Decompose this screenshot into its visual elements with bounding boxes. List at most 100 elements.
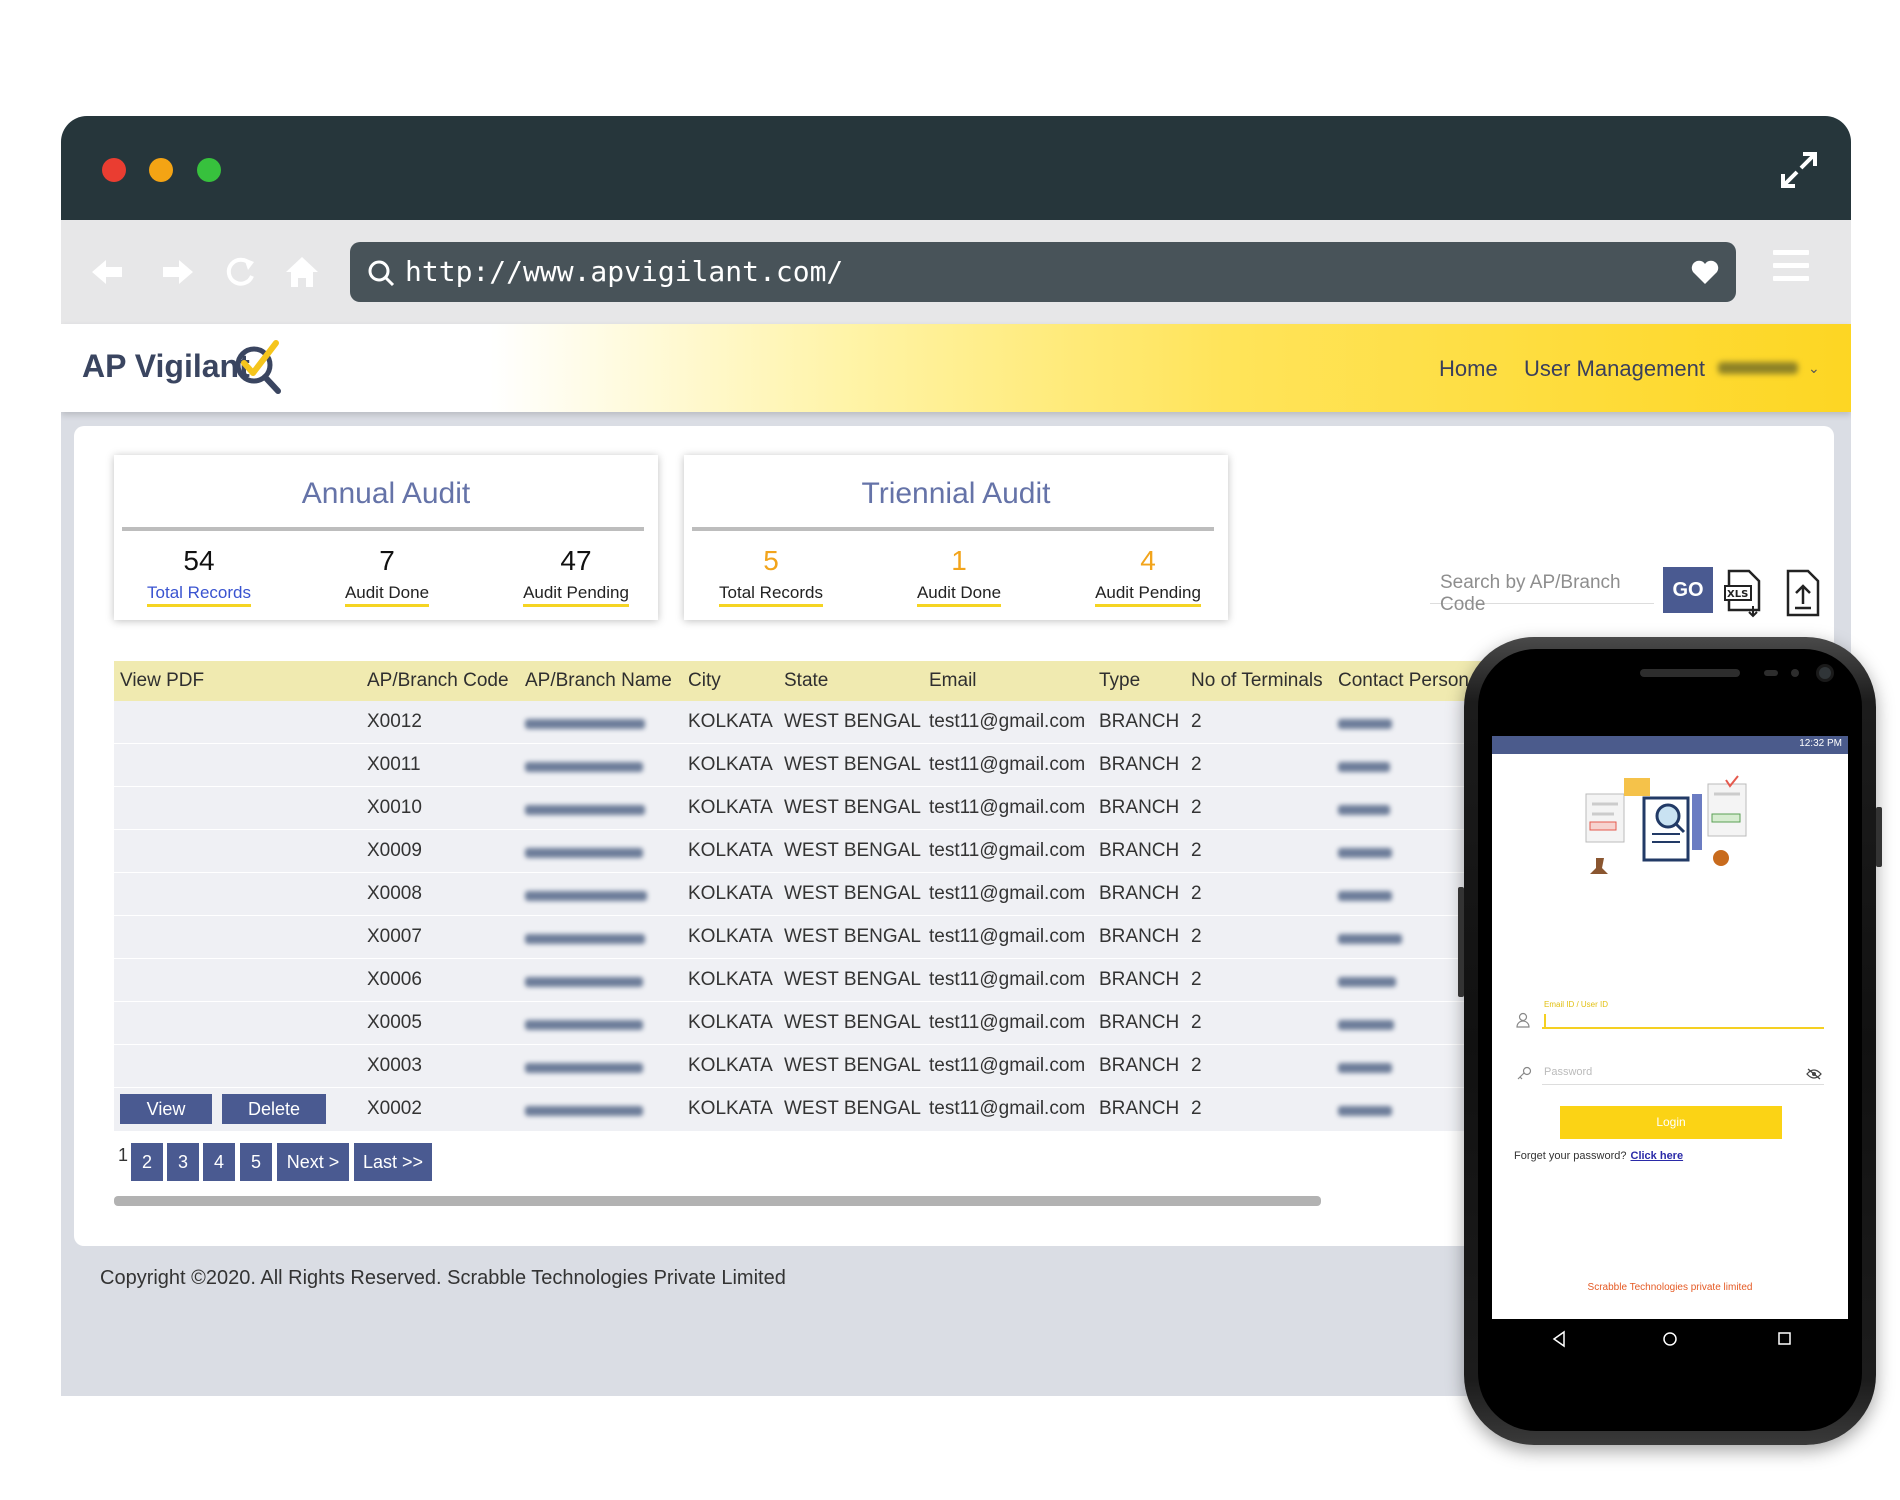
cell-terminals: 2: [1191, 1055, 1202, 1076]
cell-terminals: 2: [1191, 926, 1202, 947]
table-body: X0012 KOLKATA WEST BENGAL test11@gmail.com B…: [114, 701, 1574, 1132]
page-5-button[interactable]: 5: [240, 1143, 272, 1181]
next-page-button[interactable]: Next >: [277, 1143, 349, 1181]
stat-audit-pending[interactable]: 4 Audit Pending: [1073, 545, 1223, 607]
home-icon[interactable]: [282, 252, 322, 292]
table-row[interactable]: X0012 KOLKATA WEST BENGAL test11@gmail.com B…: [114, 701, 1574, 744]
table-row[interactable]: X0003 KOLKATA WEST BENGAL test11@gmail.com B…: [114, 1045, 1574, 1088]
go-button[interactable]: GO: [1663, 567, 1713, 613]
table-row[interactable]: X0011 KOLKATA WEST BENGAL test11@gmail.com B…: [114, 744, 1574, 787]
stat-audit-done[interactable]: 1 Audit Done: [884, 545, 1034, 607]
click-here-link[interactable]: Click here: [1631, 1150, 1684, 1162]
key-icon: [1517, 1066, 1532, 1080]
user-name-redacted[interactable]: [1718, 362, 1798, 374]
search-input[interactable]: Search by AP/Branch Code: [1430, 566, 1654, 615]
cell-terminals: 2: [1191, 1098, 1202, 1119]
nav-user-management[interactable]: User Management: [1524, 356, 1705, 382]
reload-icon[interactable]: [220, 252, 260, 292]
fullscreen-icon[interactable]: [1779, 150, 1819, 190]
cell-branch-name-redacted: [525, 719, 645, 729]
browser-navbar: http://www.apvigilant.com/: [61, 220, 1851, 324]
browser-titlebar: [61, 116, 1851, 220]
mobile-login-screen: 12:32 PM Email ID / User ID Password Log…: [1492, 736, 1848, 1319]
annual-audit-card: Annual Audit 54 Total Records 7 Audit Do…: [114, 455, 658, 620]
cell-contact-person-redacted: [1338, 934, 1402, 944]
cell-email: test11@gmail.com: [929, 883, 1086, 904]
cell-branch-code: X0012: [367, 711, 422, 732]
cell-city: KOLKATA: [688, 926, 773, 947]
cell-branch-name-redacted: [525, 934, 645, 944]
table-row[interactable]: X0006 KOLKATA WEST BENGAL test11@gmail.com B…: [114, 959, 1574, 1002]
table-row[interactable]: X0005 KOLKATA WEST BENGAL test11@gmail.com B…: [114, 1002, 1574, 1045]
stat-total-records[interactable]: 5 Total Records: [696, 545, 846, 607]
status-time: 12:32 PM: [1799, 738, 1842, 749]
cell-terminals: 2: [1191, 1012, 1202, 1033]
audit-documents-illustration: [1585, 775, 1747, 874]
app-header: AP Vigilant Home User Management ⌄: [61, 324, 1851, 412]
cell-branch-code: X0002: [367, 1098, 422, 1119]
phone-sensor: [1764, 670, 1778, 676]
cell-branch-code: X0007: [367, 926, 422, 947]
nav-home[interactable]: Home: [1439, 356, 1498, 382]
divider: [122, 527, 644, 531]
heart-icon[interactable]: [1690, 258, 1720, 286]
table-row[interactable]: X0009 KOLKATA WEST BENGAL test11@gmail.com B…: [114, 830, 1574, 873]
cell-type: BRANCH: [1099, 797, 1180, 818]
view-button[interactable]: View: [120, 1094, 212, 1124]
page-4-button[interactable]: 4: [203, 1143, 235, 1181]
login-button[interactable]: Login: [1560, 1106, 1782, 1139]
forward-arrow-icon[interactable]: [157, 252, 197, 292]
cell-contact-person-redacted: [1338, 719, 1392, 729]
upload-icon[interactable]: [1782, 568, 1824, 618]
cell-email: test11@gmail.com: [929, 711, 1086, 732]
cell-email: test11@gmail.com: [929, 926, 1086, 947]
current-page: 1: [118, 1145, 129, 1165]
stat-total-records[interactable]: 54 Total Records: [124, 545, 274, 607]
table-row[interactable]: X0010 KOLKATA WEST BENGAL test11@gmail.com B…: [114, 787, 1574, 830]
table-row[interactable]: X0008 KOLKATA WEST BENGAL test11@gmail.com B…: [114, 873, 1574, 916]
xls-export-icon[interactable]: XLS: [1723, 568, 1765, 618]
card-title: Triennial Audit: [861, 477, 1051, 510]
cell-city: KOLKATA: [688, 711, 773, 732]
footer-copyright: Copyright ©2020. All Rights Reserved. Sc…: [100, 1267, 786, 1289]
cell-city: KOLKATA: [688, 883, 773, 904]
cell-branch-code: X0006: [367, 969, 422, 990]
back-arrow-icon[interactable]: [88, 252, 128, 292]
cell-type: BRANCH: [1099, 883, 1180, 904]
cell-terminals: 2: [1191, 969, 1202, 990]
magnifier-check-logo-icon: [235, 340, 281, 394]
table-row[interactable]: X0002 KOLKATA WEST BENGAL test11@gmail.com B…: [114, 1088, 1574, 1132]
cell-type: BRANCH: [1099, 1055, 1180, 1076]
search-icon: [368, 260, 395, 287]
page-2-button[interactable]: 2: [131, 1143, 163, 1181]
cell-terminals: 2: [1191, 840, 1202, 861]
delete-button[interactable]: Delete: [222, 1094, 326, 1124]
stat-audit-pending[interactable]: 47 Audit Pending: [501, 545, 651, 607]
menu-icon[interactable]: [1773, 250, 1809, 286]
horizontal-scrollbar[interactable]: [114, 1196, 1321, 1206]
stat-audit-done[interactable]: 7 Audit Done: [312, 545, 462, 607]
email-field[interactable]: [1542, 1027, 1824, 1029]
chevron-down-icon[interactable]: ⌄: [1808, 360, 1820, 377]
password-field[interactable]: Password: [1544, 1066, 1592, 1078]
cell-state: WEST BENGAL: [784, 754, 921, 775]
close-window-button[interactable]: [102, 158, 126, 182]
eye-off-icon[interactable]: [1806, 1068, 1822, 1080]
cell-contact-person-redacted: [1338, 1063, 1392, 1073]
cell-email: test11@gmail.com: [929, 1055, 1086, 1076]
last-page-button[interactable]: Last >>: [354, 1143, 432, 1181]
phone-side-button: [1458, 887, 1464, 997]
page-3-button[interactable]: 3: [167, 1143, 199, 1181]
address-bar[interactable]: http://www.apvigilant.com/: [350, 242, 1736, 302]
cell-contact-person-redacted: [1338, 1020, 1394, 1030]
cell-branch-code: X0010: [367, 797, 422, 818]
cell-contact-person-redacted: [1338, 848, 1392, 858]
user-icon: [1516, 1012, 1530, 1028]
cell-terminals: 2: [1191, 711, 1202, 732]
cell-branch-name-redacted: [525, 891, 647, 901]
table-row[interactable]: X0007 KOLKATA WEST BENGAL test11@gmail.com B…: [114, 916, 1574, 959]
minimize-window-button[interactable]: [149, 158, 173, 182]
cell-city: KOLKATA: [688, 1055, 773, 1076]
cell-branch-code: X0011: [367, 754, 421, 775]
maximize-window-button[interactable]: [197, 158, 221, 182]
